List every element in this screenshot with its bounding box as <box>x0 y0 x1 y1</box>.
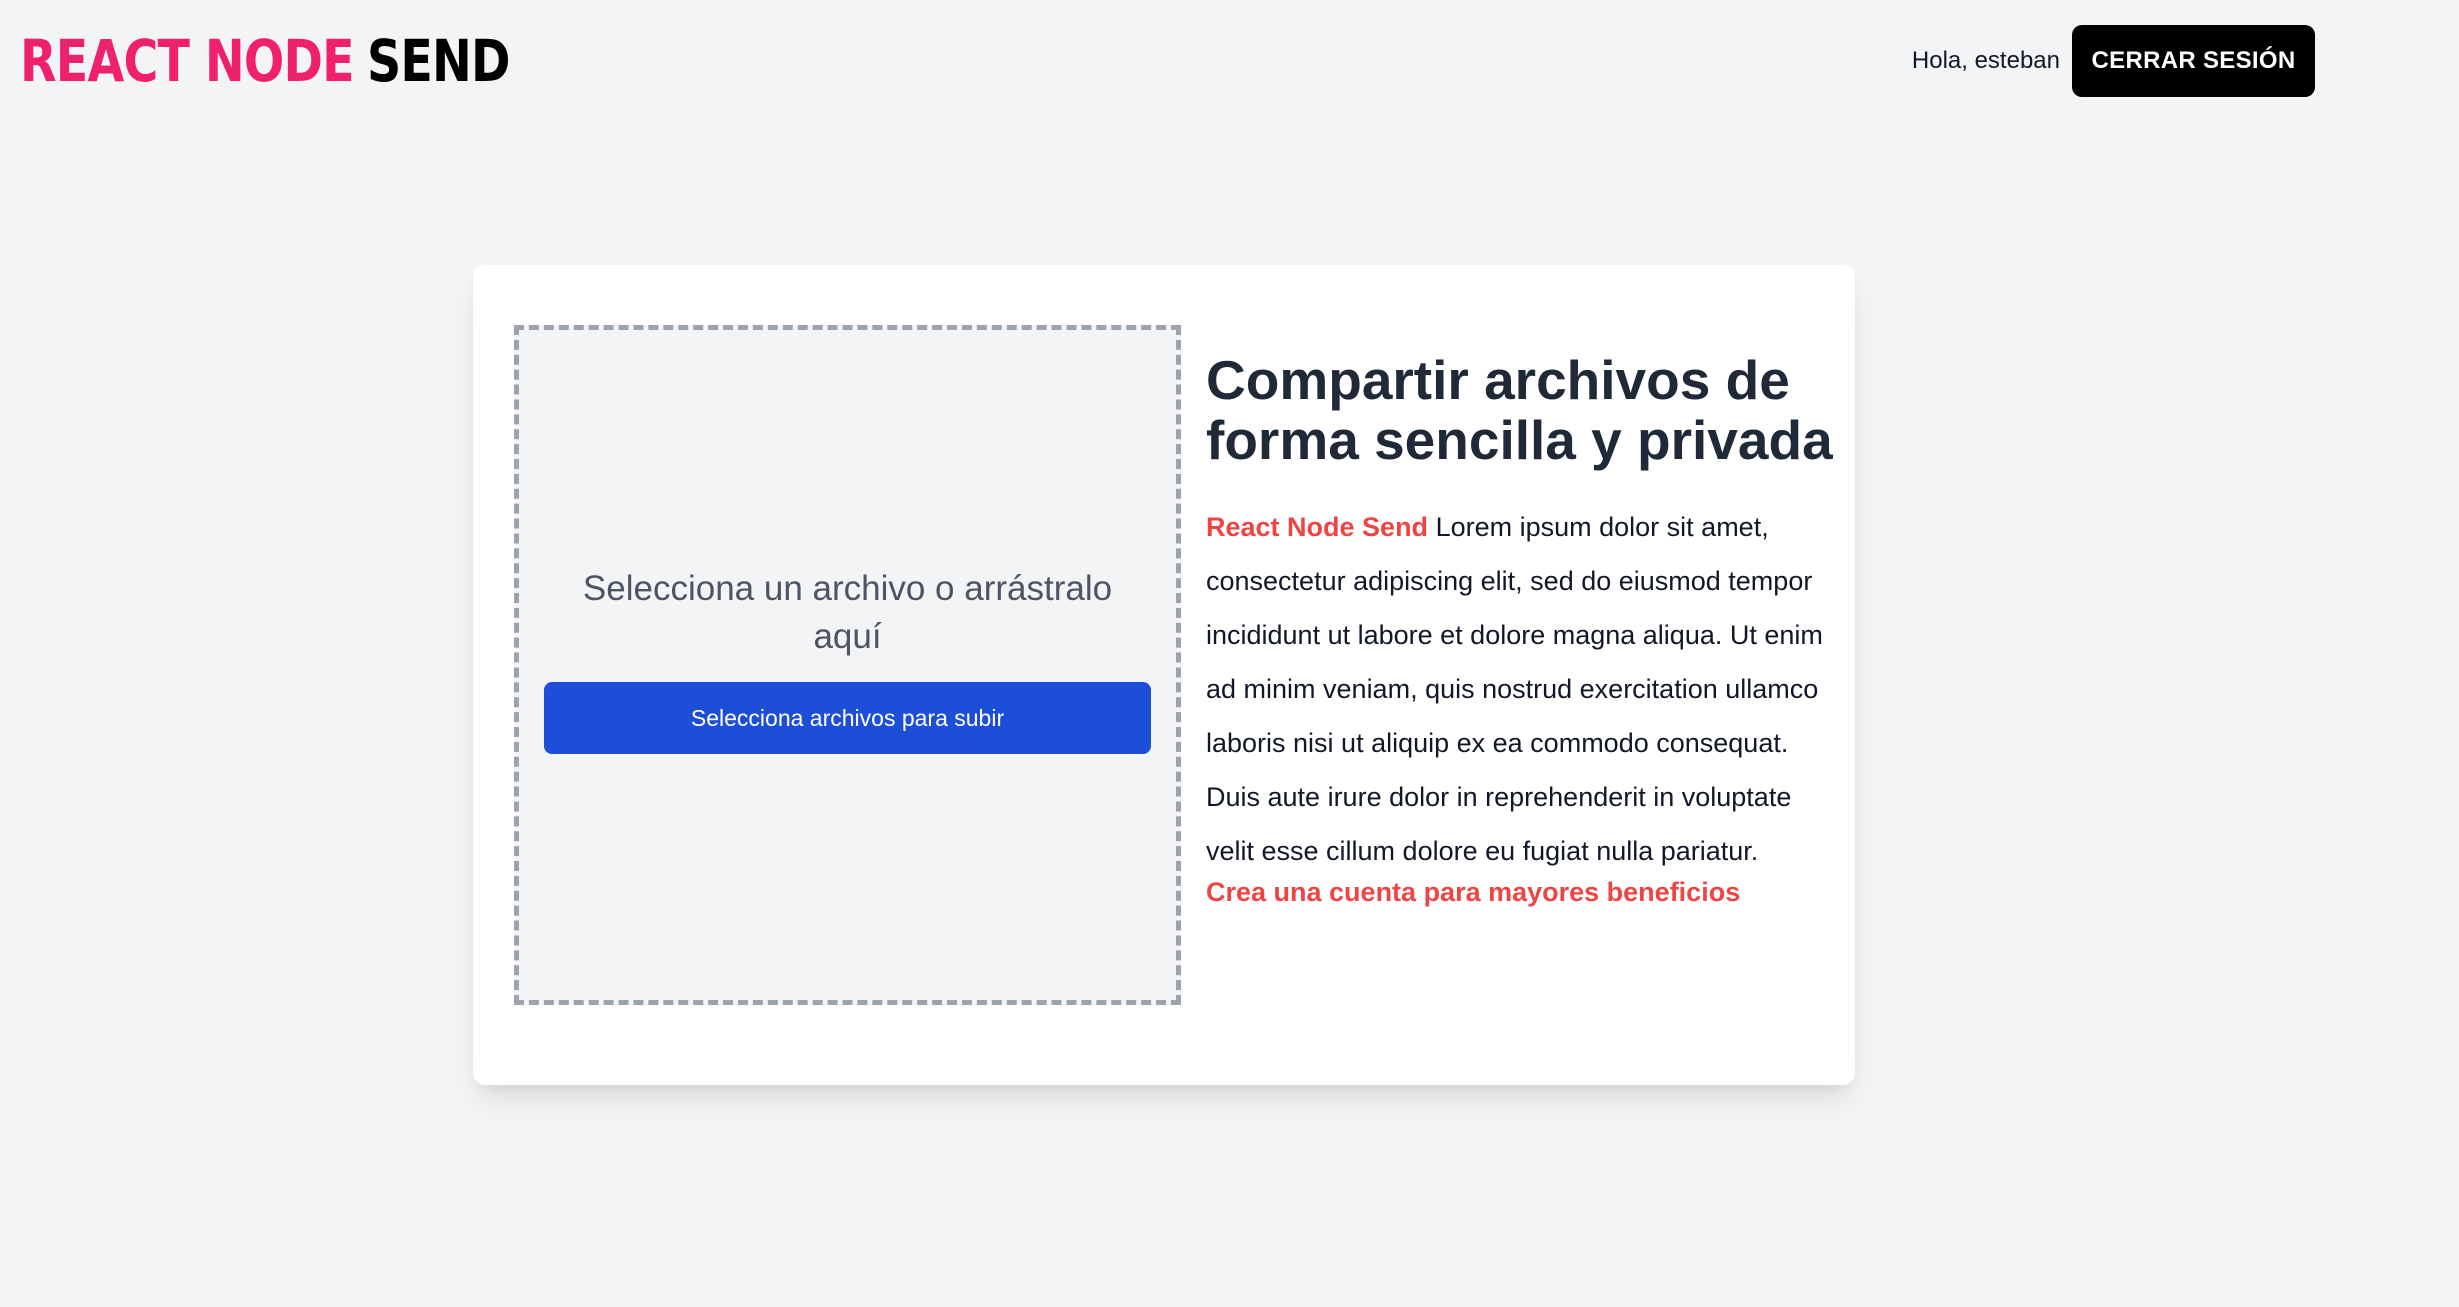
file-dropzone[interactable]: Selecciona un archivo o arrástralo aquí … <box>514 325 1181 1005</box>
main-card: Selecciona un archivo o arrástralo aquí … <box>473 265 1855 1085</box>
top-header: REACT NODE SEND Hola, esteban CERRAR SES… <box>0 0 2459 125</box>
app-logo[interactable]: REACT NODE SEND <box>20 26 511 96</box>
logo-text-send: SEND <box>366 27 511 95</box>
brand-name-highlight: React Node Send <box>1206 512 1429 542</box>
user-area: Hola, esteban CERRAR SESIÓN <box>1912 25 2315 97</box>
create-account-link[interactable]: Crea una cuenta para mayores beneficios <box>1206 872 1836 912</box>
info-title: Compartir archivos de forma sencilla y p… <box>1206 349 1833 471</box>
select-files-button[interactable]: Selecciona archivos para subir <box>544 682 1151 754</box>
info-paragraph: React Node Send Lorem ipsum dolor sit am… <box>1206 500 1836 878</box>
info-body-text: Lorem ipsum dolor sit amet, consectetur … <box>1206 512 1823 866</box>
user-greeting: Hola, esteban <box>1911 47 2060 74</box>
info-section: Compartir archivos de forma sencilla y p… <box>1206 350 1836 912</box>
dropzone-instructions: Selecciona un archivo o arrástralo aquí <box>582 569 1113 656</box>
logout-button[interactable]: CERRAR SESIÓN <box>2072 25 2315 97</box>
logo-text-react-node: REACT NODE <box>20 27 355 95</box>
